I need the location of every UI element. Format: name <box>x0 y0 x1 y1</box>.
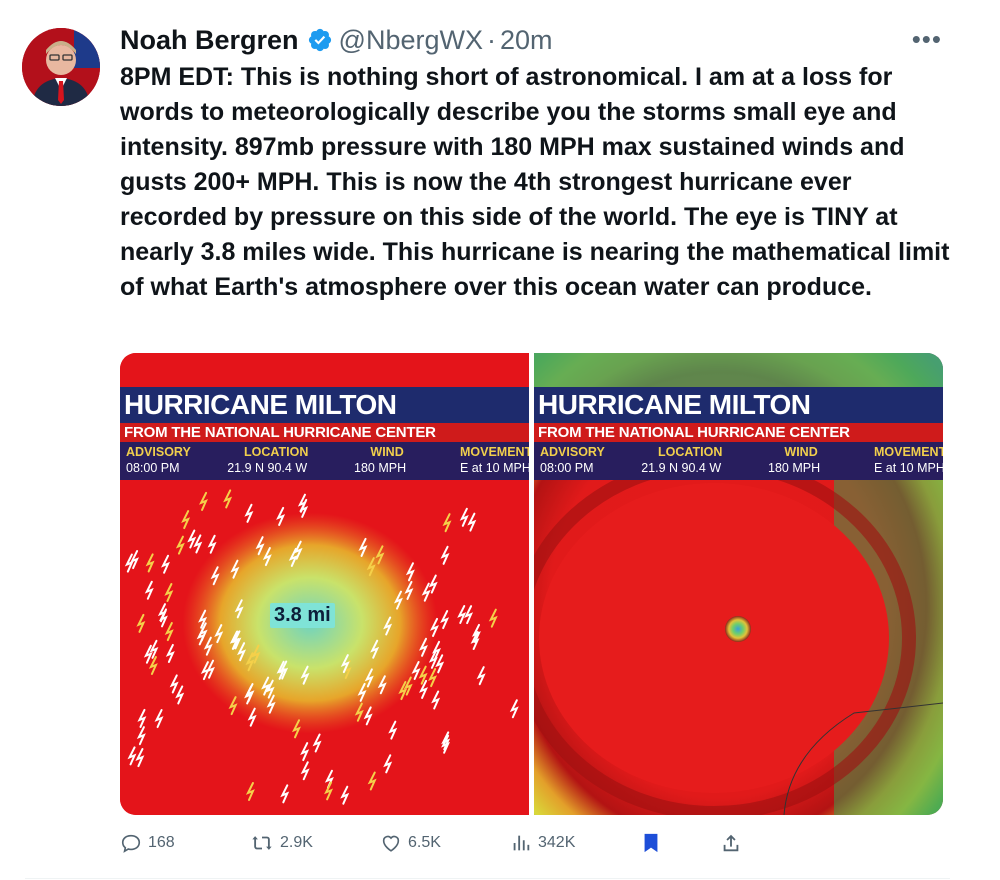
bookmark-button[interactable] <box>640 828 662 858</box>
views-button[interactable]: 342K <box>510 828 575 858</box>
reply-icon <box>121 834 141 853</box>
eye-diameter-label: 3.8 mi <box>270 603 335 628</box>
author-handle[interactable]: @NbergWX <box>339 25 483 56</box>
share-button[interactable] <box>720 828 742 858</box>
news-banner: HURRICANE MILTON FROM THE NATIONAL HURRI… <box>534 387 943 480</box>
verified-badge-icon <box>308 28 331 52</box>
media-image-wind-field[interactable]: 3.8 mi HURRICANE MILTON FROM THE NATIONA… <box>120 353 529 815</box>
wind-label: WIND <box>370 445 404 459</box>
repost-button[interactable]: 2.9K <box>250 828 313 858</box>
movement-value: E at 10 MPH <box>874 461 943 475</box>
banner-title: HURRICANE MILTON <box>120 387 529 423</box>
like-button[interactable]: 6.5K <box>380 828 441 858</box>
advisory-label: ADVISORY <box>540 445 605 459</box>
advisory-value: 08:00 PM <box>540 461 594 475</box>
movement-value: E at 10 MPH <box>460 461 529 475</box>
banner-info-row: ADVISORY 08:00 PM LOCATION 21.9 N 90.4 W… <box>120 442 529 480</box>
view-count: 342K <box>538 834 576 851</box>
location-label: LOCATION <box>658 445 723 459</box>
news-banner: HURRICANE MILTON FROM THE NATIONAL HURRI… <box>120 387 529 480</box>
tweet-header: Noah Bergren @NbergWX · 20m <box>120 22 553 58</box>
reply-count: 168 <box>148 834 175 851</box>
movement-label: MOVEMENT <box>460 445 529 459</box>
bookmark-icon <box>644 833 658 853</box>
author-name[interactable]: Noah Bergren <box>120 25 299 56</box>
banner-info-row: ADVISORY 08:00 PM LOCATION 21.9 N 90.4 W… <box>534 442 943 480</box>
media-image-satellite[interactable]: HURRICANE MILTON FROM THE NATIONAL HURRI… <box>534 353 943 815</box>
wind-value: 180 MPH <box>768 461 821 475</box>
more-dots-icon[interactable]: ••• <box>912 24 942 55</box>
views-chart-icon <box>513 835 530 851</box>
location-value: 21.9 N 90.4 W <box>641 461 722 475</box>
tweet-text: 8PM EDT: This is nothing short of astron… <box>120 63 950 301</box>
like-count: 6.5K <box>408 834 441 851</box>
reply-button[interactable]: 168 <box>120 828 175 858</box>
wind-value: 180 MPH <box>354 461 407 475</box>
timestamp[interactable]: 20m <box>500 25 553 56</box>
share-icon <box>723 834 739 852</box>
repost-count: 2.9K <box>280 834 313 851</box>
divider <box>25 878 950 879</box>
separator-dot: · <box>487 24 496 55</box>
repost-icon <box>252 836 272 850</box>
heart-icon <box>382 835 400 852</box>
location-value: 21.9 N 90.4 W <box>227 461 308 475</box>
advisory-value: 08:00 PM <box>126 461 180 475</box>
banner-subtitle: FROM THE NATIONAL HURRICANE CENTER <box>534 423 943 442</box>
avatar[interactable] <box>22 28 100 106</box>
banner-subtitle: FROM THE NATIONAL HURRICANE CENTER <box>120 423 529 442</box>
advisory-label: ADVISORY <box>126 445 191 459</box>
action-bar: 168 2.9K 6.5K 342K <box>120 828 950 858</box>
media-grid: 3.8 mi HURRICANE MILTON FROM THE NATIONA… <box>120 353 943 815</box>
movement-label: MOVEMENT <box>874 445 943 459</box>
location-label: LOCATION <box>244 445 309 459</box>
banner-title: HURRICANE MILTON <box>534 387 943 423</box>
profile-photo <box>22 28 100 106</box>
wind-label: WIND <box>784 445 818 459</box>
